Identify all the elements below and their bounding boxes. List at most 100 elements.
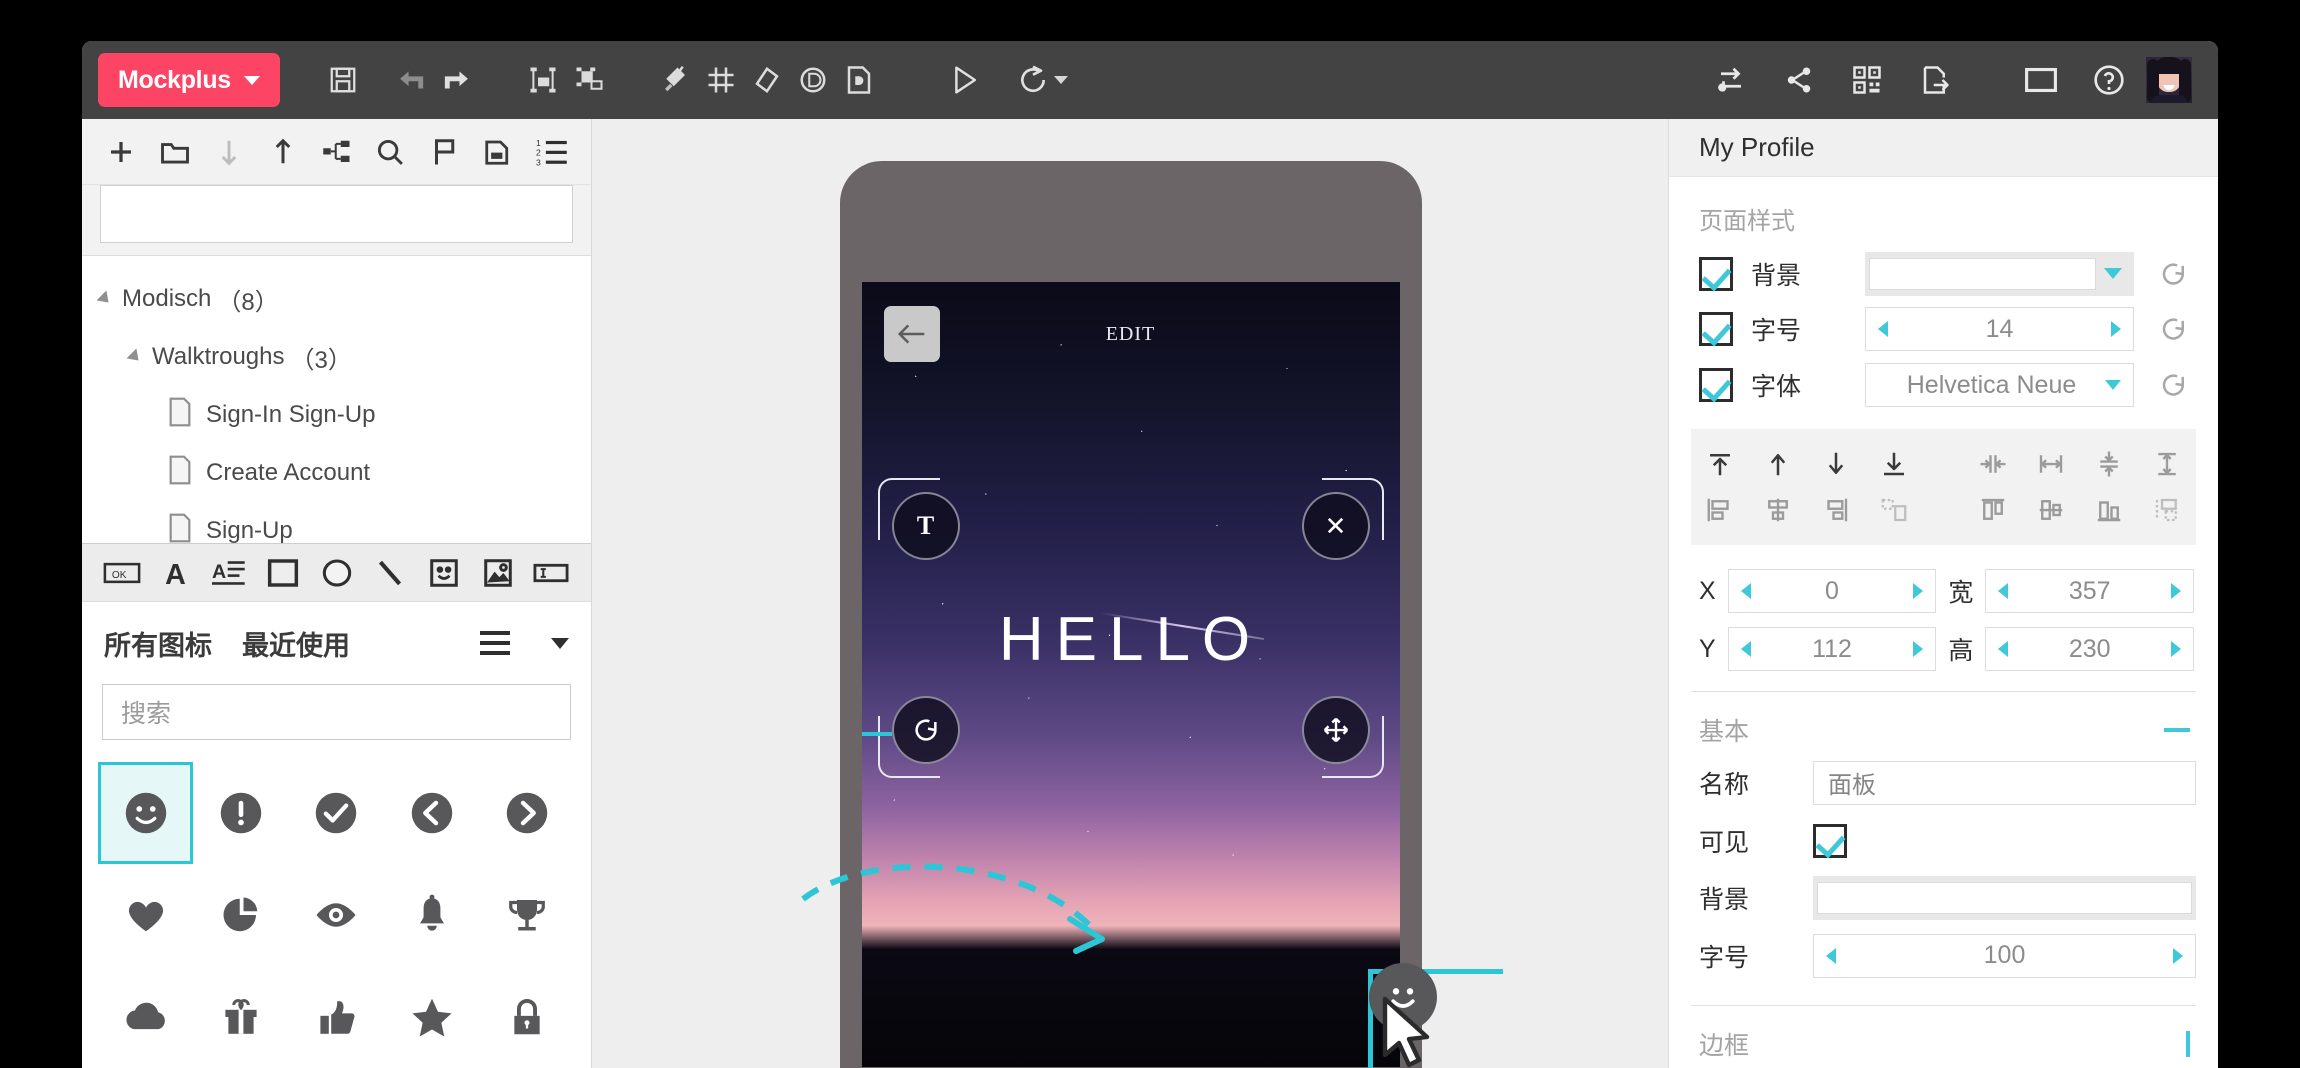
distribute-horizontal-center-icon[interactable] — [1964, 441, 2022, 487]
text-icon[interactable]: A — [150, 545, 202, 601]
icon-cell-lock[interactable] — [480, 966, 575, 1068]
sync-dropdown-caret-icon[interactable] — [1053, 76, 1068, 84]
icon-cell-pie-chart[interactable] — [193, 864, 288, 966]
bring-to-front-icon[interactable] — [1691, 441, 1749, 487]
align-center-icon[interactable] — [1749, 487, 1807, 533]
icon-cell-bell[interactable] — [384, 864, 479, 966]
send-backward-icon[interactable] — [1807, 441, 1865, 487]
share-icon[interactable] — [1776, 57, 1822, 103]
icon-cell-gift[interactable] — [193, 966, 288, 1068]
height-stepper[interactable]: 230 — [1985, 627, 2194, 672]
list-view-options-icon[interactable] — [480, 631, 510, 655]
fontsize-checkbox[interactable] — [1699, 312, 1733, 347]
qr-code-icon[interactable] — [1844, 57, 1890, 103]
help-icon[interactable] — [2086, 57, 2132, 103]
tree-page-create-account[interactable]: Create Account — [82, 444, 591, 502]
align-right-icon[interactable] — [1807, 487, 1865, 533]
fontfamily-reset-icon[interactable] — [2152, 370, 2196, 400]
swap-flow-icon[interactable] — [1708, 57, 1754, 103]
basic-section-header[interactable]: 基本 — [1669, 692, 2218, 754]
interaction-icon[interactable] — [790, 57, 836, 103]
stepper-decrement-icon[interactable] — [1998, 641, 2009, 658]
window-icon[interactable] — [2018, 57, 2064, 103]
image-icon[interactable] — [472, 545, 524, 601]
icon-cell-exclamation-circle[interactable] — [193, 762, 288, 864]
tab-all-icons[interactable]: 所有图标 — [104, 624, 212, 663]
align-grid-icon[interactable] — [2138, 487, 2196, 533]
collapse-indicator-icon[interactable] — [2186, 1031, 2190, 1058]
icon-cell-heart[interactable] — [98, 864, 193, 966]
icon-cell-chevron-right-circle[interactable] — [480, 762, 575, 864]
fontsize-reset-icon[interactable] — [2152, 314, 2196, 344]
align-top-icon[interactable] — [1964, 487, 2022, 533]
align-middle-icon[interactable] — [2022, 487, 2080, 533]
close-handle[interactable]: ✕ — [1288, 478, 1384, 574]
stepper-increment-icon[interactable] — [2111, 321, 2121, 338]
tree-folder-modisch[interactable]: Modisch （8） — [82, 270, 591, 328]
canvas-area[interactable]: EDIT T ✕ HELLO — [593, 119, 1668, 1068]
x-stepper[interactable]: 0 — [1727, 569, 1937, 614]
input-icon[interactable] — [525, 545, 577, 601]
add-page-icon[interactable] — [96, 126, 146, 178]
basic-background-color-picker[interactable] — [1813, 876, 2196, 921]
fontfamily-checkbox[interactable] — [1699, 368, 1733, 403]
stepper-decrement-icon[interactable] — [1878, 321, 1888, 338]
background-reset-icon[interactable] — [2152, 259, 2196, 289]
stepper-decrement-icon[interactable] — [1826, 947, 1836, 964]
ordered-list-icon[interactable]: 1 2 3 — [527, 126, 577, 178]
distribute-vertical-icon[interactable] — [2138, 441, 2196, 487]
stepper-increment-icon[interactable] — [2171, 583, 2181, 600]
icon-cell-chevron-left-circle[interactable] — [384, 762, 479, 864]
icon-cell-eye[interactable] — [289, 864, 384, 966]
page-note-icon[interactable] — [836, 57, 882, 103]
icon-cell-star[interactable] — [384, 966, 479, 1068]
ungroup-icon[interactable] — [566, 57, 612, 103]
stepper-increment-icon[interactable] — [2173, 947, 2183, 964]
background-checkbox[interactable] — [1699, 256, 1733, 291]
sitemap-icon[interactable] — [312, 126, 362, 178]
basic-fontsize-stepper[interactable]: 100 — [1813, 933, 2196, 978]
save-icon[interactable] — [320, 57, 366, 103]
tree-page-sign-in-sign-up[interactable]: Sign-In Sign-Up — [82, 386, 591, 444]
collapse-minus-icon[interactable] — [2164, 728, 2190, 733]
fontsize-stepper[interactable]: 14 — [1865, 307, 2134, 352]
visible-checkbox[interactable] — [1813, 823, 1847, 858]
rectangle-icon[interactable] — [257, 545, 309, 601]
move-down-icon[interactable] — [204, 126, 254, 178]
icon-cell-cloud[interactable] — [98, 966, 193, 1068]
tree-search-input[interactable] — [100, 185, 573, 244]
tab-recent-icons[interactable]: 最近使用 — [242, 624, 350, 663]
align-bottom-icon[interactable] — [2080, 487, 2138, 533]
distribute-vertical-center-icon[interactable] — [2080, 441, 2138, 487]
icon-cell-smiley-face[interactable] — [98, 762, 194, 864]
line-icon[interactable] — [364, 545, 416, 601]
distribute-horizontal-icon[interactable] — [2022, 441, 2080, 487]
fontfamily-select[interactable]: Helvetica Neue — [1865, 363, 2134, 408]
y-stepper[interactable]: 112 — [1727, 627, 1937, 672]
icon-cell-check-circle[interactable] — [289, 762, 384, 864]
icon-icon[interactable] — [418, 545, 470, 601]
paint-format-icon[interactable] — [652, 57, 698, 103]
ellipse-icon[interactable] — [311, 545, 363, 601]
width-stepper[interactable]: 357 — [1985, 569, 2194, 614]
icon-search-input[interactable]: 搜索 — [102, 684, 571, 740]
move-up-icon[interactable] — [258, 126, 308, 178]
send-to-back-icon[interactable] — [1865, 441, 1923, 487]
shape-icon[interactable] — [744, 57, 790, 103]
flag-icon[interactable] — [419, 126, 469, 178]
name-input[interactable]: 面板 — [1813, 760, 2196, 805]
group-icon[interactable] — [520, 57, 566, 103]
bring-forward-icon[interactable] — [1749, 441, 1807, 487]
phone-screen[interactable]: EDIT T ✕ HELLO — [861, 282, 1400, 1067]
preview-play-icon[interactable] — [942, 57, 988, 103]
search-icon[interactable] — [365, 126, 415, 178]
chevron-down-icon[interactable] — [551, 637, 569, 649]
rotate-handle[interactable] — [877, 682, 974, 778]
icon-cell-trophy[interactable] — [480, 864, 575, 966]
stepper-increment-icon[interactable] — [1913, 583, 1924, 600]
grid-icon[interactable] — [698, 57, 744, 103]
stepper-decrement-icon[interactable] — [1740, 641, 1751, 658]
border-section-header[interactable]: 边框 — [1669, 1006, 2218, 1068]
avatar[interactable] — [2146, 57, 2192, 103]
add-folder-icon[interactable] — [150, 126, 200, 178]
